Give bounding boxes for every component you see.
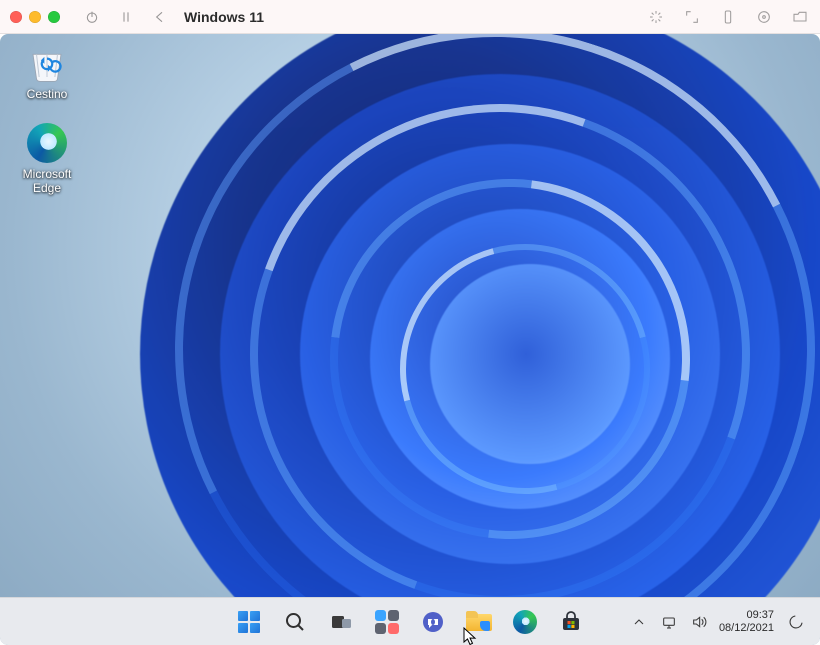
back-icon[interactable] [150,7,170,27]
taskbar-edge-button[interactable] [505,602,545,642]
vm-title: Windows 11 [184,9,264,25]
taskbar-clock[interactable]: 09:37 08/12/2021 [719,609,774,634]
network-icon[interactable] [659,606,679,638]
taskview-icon [329,610,353,634]
recycle-bin-icon [24,40,70,86]
store-icon [559,610,583,634]
taskbar-chat-button[interactable] [413,602,453,642]
taskbar-widgets-button[interactable] [367,602,407,642]
minimize-window-button[interactable] [29,11,41,23]
desktop-icons: Cestino Microsoft Edge [8,40,86,195]
device-icon[interactable] [718,7,738,27]
window-traffic-lights [10,11,60,23]
edge-icon [513,610,537,634]
desktop-icon-recycle-bin[interactable]: Cestino [8,40,86,102]
pause-icon[interactable] [116,7,136,27]
desktop-icon-label: Microsoft Edge [8,168,86,196]
widgets-icon [375,610,399,634]
notifications-icon[interactable] [784,606,808,638]
taskbar-start-button[interactable] [229,602,269,642]
taskbar: 09:37 08/12/2021 [0,597,820,645]
share-folder-icon[interactable] [790,7,810,27]
taskbar-search-button[interactable] [275,602,315,642]
power-icon[interactable] [82,7,102,27]
volume-icon[interactable] [689,606,709,638]
close-window-button[interactable] [10,11,22,23]
taskbar-store-button[interactable] [551,602,591,642]
file-explorer-icon [466,611,492,633]
clock-date: 08/12/2021 [719,622,774,635]
wallpaper-bloom [0,34,820,645]
vm-host-toolbar: Windows 11 [0,0,820,34]
activity-icon[interactable] [646,7,666,27]
taskbar-center [229,602,591,642]
expand-icon[interactable] [682,7,702,27]
edge-icon [24,120,70,166]
taskbar-taskview-button[interactable] [321,602,361,642]
desktop-icon-edge[interactable]: Microsoft Edge [8,120,86,196]
desktop-icon-label: Cestino [27,88,68,102]
taskbar-file-explorer-button[interactable] [459,602,499,642]
clock-time: 09:37 [719,609,774,622]
search-icon [283,610,307,634]
tray-overflow-button[interactable] [629,606,649,638]
fullscreen-window-button[interactable] [48,11,60,23]
guest-desktop[interactable]: Cestino Microsoft Edge [0,34,820,645]
taskbar-system-tray: 09:37 08/12/2021 [629,598,820,645]
start-icon [238,611,260,633]
disc-icon[interactable] [754,7,774,27]
chat-icon [421,610,445,634]
